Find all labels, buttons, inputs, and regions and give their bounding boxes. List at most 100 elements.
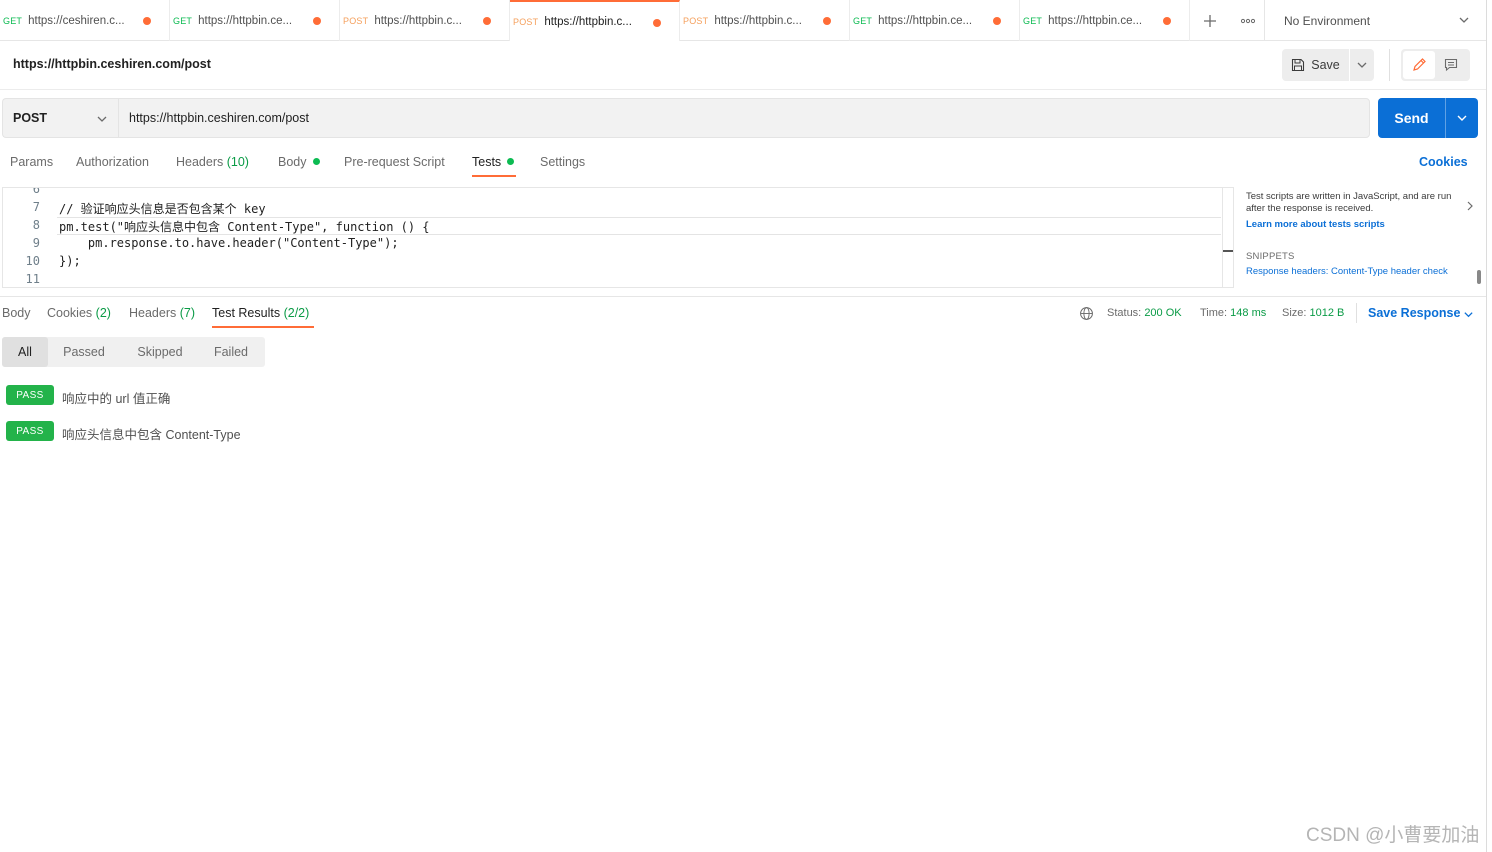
chevron-down-icon[interactable]: [1463, 309, 1474, 320]
line-number-gutter: 6 7 8 9 10 11: [3, 188, 43, 287]
response-status[interactable]: Status: 200 OK: [1107, 307, 1182, 319]
snippets-heading: SNIPPETS: [1246, 251, 1295, 262]
response-tab-headers-label: Headers: [129, 306, 177, 320]
tab-tests-label: Tests: [472, 155, 502, 169]
request-tab[interactable]: POST https://httpbin.c...: [340, 0, 510, 41]
test-script-editor[interactable]: 6 7 8 9 10 11 // 验证响应头信息是否包含某个 key pm.te…: [2, 187, 1234, 288]
tab-method: POST: [343, 15, 369, 26]
line-number: 10: [25, 254, 40, 268]
chevron-down-icon: [1357, 62, 1367, 68]
environment-label: No Environment: [1284, 13, 1371, 28]
tab-method: GET: [173, 15, 193, 26]
chevron-down-icon: [1457, 115, 1467, 121]
size-value: 1012 B: [1309, 307, 1345, 319]
send-button-group: Send: [1378, 98, 1478, 138]
snippet-item[interactable]: Response headers: Content-Type header ch…: [1246, 266, 1448, 277]
tab-settings[interactable]: Settings: [540, 155, 585, 169]
chevron-down-icon: [1459, 17, 1469, 23]
more-tabs-icon[interactable]: [1230, 0, 1266, 41]
filter-skipped[interactable]: Skipped: [122, 337, 198, 367]
request-title[interactable]: https://httpbin.ceshiren.com/post: [13, 57, 211, 71]
editor-scrollbar[interactable]: [1222, 188, 1223, 287]
result-filter: All Passed Skipped Failed: [2, 337, 265, 367]
response-time[interactable]: Time: 148 ms: [1200, 307, 1266, 319]
send-button[interactable]: Send: [1378, 98, 1446, 138]
response-tab-cookies-label: Cookies: [47, 306, 93, 320]
tab-params[interactable]: Params: [10, 155, 53, 169]
filter-passed[interactable]: Passed: [50, 337, 118, 367]
time-value: 148 ms: [1230, 307, 1267, 319]
line-number: 6: [32, 187, 40, 196]
send-options-button[interactable]: [1446, 98, 1478, 138]
response-tab-test-results-label: Test Results: [212, 306, 281, 320]
response-tab-body[interactable]: Body: [2, 306, 31, 320]
globe-icon[interactable]: [1079, 306, 1094, 321]
pencil-icon: [1413, 58, 1426, 71]
code-line: pm.test("响应头信息中包含 Content-Type", functio…: [59, 220, 430, 234]
edit-mode-button[interactable]: [1403, 51, 1435, 79]
status-label: Status:: [1107, 307, 1142, 319]
cookies-link[interactable]: Cookies: [1419, 155, 1468, 169]
tab-method: GET: [3, 15, 23, 26]
chevron-right-icon[interactable]: [1464, 200, 1476, 212]
tab-tests[interactable]: Tests: [472, 155, 515, 169]
save-response-button[interactable]: Save Response: [1368, 306, 1460, 320]
request-tab[interactable]: GET https://httpbin.ce...: [850, 0, 1020, 41]
request-tab[interactable]: POST https://httpbin.c...: [680, 0, 850, 41]
response-tab-cookies[interactable]: Cookies (2): [47, 306, 111, 320]
line-number: 8: [32, 218, 40, 232]
tab-url: https://ceshiren.c...: [28, 14, 125, 27]
unsaved-dot-icon: [653, 19, 661, 27]
view-toggle: [1401, 49, 1470, 81]
response-tab-test-results[interactable]: Test Results (2/2): [212, 306, 309, 320]
window-edge: [1486, 0, 1487, 852]
request-tab-active[interactable]: POST https://httpbin.c...: [510, 0, 680, 41]
comment-icon: [1444, 58, 1458, 72]
pass-badge: PASS: [6, 385, 54, 405]
code-line: pm.response.to.have.header("Content-Type…: [59, 236, 399, 250]
tab-body-label: Body: [278, 155, 307, 169]
tab-url: https://httpbin.c...: [374, 14, 462, 27]
tab-headers-label: Headers: [176, 155, 224, 169]
save-button[interactable]: Save: [1282, 49, 1350, 81]
filter-failed[interactable]: Failed: [200, 337, 262, 367]
line-number: 7: [32, 200, 40, 214]
tab-body[interactable]: Body: [278, 155, 320, 169]
response-tab-test-results-count: (2/2): [283, 306, 310, 320]
response-tab-headers[interactable]: Headers (7): [129, 306, 195, 320]
tab-url: https://httpbin.ce...: [878, 14, 973, 27]
url-input[interactable]: https://httpbin.ceshiren.com/post: [118, 98, 1370, 138]
tab-authorization[interactable]: Authorization: [76, 155, 149, 169]
test-result-name: 响应头信息中包含 Content-Type: [62, 428, 241, 442]
divider: [1356, 303, 1357, 323]
editor-scroll-thumb[interactable]: [1223, 250, 1233, 252]
new-tab-plus-icon[interactable]: [1190, 0, 1230, 41]
request-tab[interactable]: GET https://ceshiren.c...: [0, 0, 170, 41]
tab-url: https://httpbin.ce...: [1048, 14, 1143, 27]
tab-url: https://httpbin.c...: [544, 15, 632, 28]
active-tab-indicator: [472, 175, 516, 177]
request-tab[interactable]: GET https://httpbin.ce...: [170, 0, 340, 41]
response-size[interactable]: Size: 1012 B: [1282, 307, 1344, 319]
unsaved-dot-icon: [483, 17, 491, 25]
comments-button[interactable]: [1435, 51, 1467, 79]
tab-method: POST: [683, 15, 709, 26]
save-disk-icon: [1292, 58, 1305, 72]
request-tab[interactable]: GET https://httpbin.ce...: [1020, 0, 1190, 41]
learn-more-link[interactable]: Learn more about tests scripts: [1246, 219, 1385, 230]
response-tab-headers-count: (7): [179, 306, 196, 320]
save-button-group: Save: [1282, 49, 1374, 81]
method-select[interactable]: POST: [2, 98, 118, 138]
time-label: Time:: [1200, 307, 1228, 319]
pass-badge: PASS: [6, 421, 54, 441]
environment-selector[interactable]: No Environment: [1264, 0, 1486, 41]
save-options-button[interactable]: [1350, 49, 1374, 81]
code-line: });: [59, 254, 81, 268]
snippets-scrollbar[interactable]: [1477, 270, 1481, 284]
filter-all[interactable]: All: [2, 337, 48, 367]
test-result-name: 响应中的 url 值正确: [62, 392, 171, 406]
divider: [0, 296, 1486, 297]
active-tab-indicator: [212, 326, 314, 328]
tab-prerequest-script[interactable]: Pre-request Script: [344, 155, 445, 169]
tab-headers[interactable]: Headers (10): [176, 155, 249, 169]
